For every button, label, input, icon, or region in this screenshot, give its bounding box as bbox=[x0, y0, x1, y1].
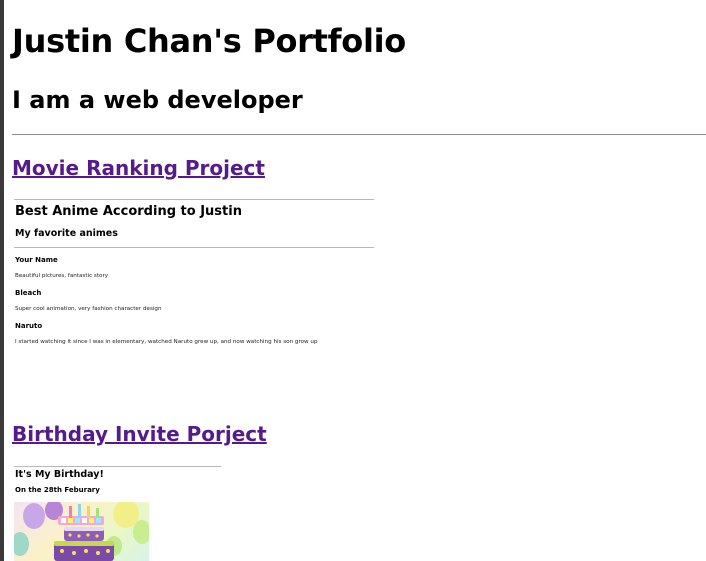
preview-heading: It's My Birthday! bbox=[15, 469, 104, 480]
anime-title: Naruto bbox=[15, 322, 43, 330]
anime-description: Beautiful pictures, fantastic story bbox=[15, 273, 109, 279]
birthday-invite-project-link[interactable]: Birthday Invite Porject bbox=[12, 422, 267, 446]
anime-description: Super cool animation, very fashion chara… bbox=[15, 306, 162, 312]
movie-ranking-preview[interactable]: Best Anime According to Justin My favori… bbox=[14, 199, 374, 359]
birthday-cake-icon bbox=[14, 502, 149, 561]
preview-heading: Best Anime According to Justin bbox=[15, 204, 242, 219]
window-left-edge bbox=[0, 0, 4, 561]
preview-subheading: My favorite animes bbox=[15, 228, 118, 239]
horizontal-rule bbox=[12, 134, 706, 135]
anime-title: Bleach bbox=[15, 289, 42, 297]
birthday-cake-image bbox=[14, 502, 149, 561]
page-subtitle: I am a web developer bbox=[12, 86, 303, 114]
birthday-invite-preview[interactable]: It's My Birthday! On the 28th Feburary bbox=[14, 466, 224, 561]
page-title: Justin Chan's Portfolio bbox=[12, 22, 406, 60]
anime-title: Your Name bbox=[15, 256, 58, 264]
anime-description: I started watching it since I was in ele… bbox=[15, 339, 318, 345]
movie-ranking-project-link[interactable]: Movie Ranking Project bbox=[12, 156, 265, 180]
preview-top-rule bbox=[14, 466, 221, 467]
preview-divider bbox=[14, 247, 374, 248]
preview-top-rule bbox=[14, 199, 374, 200]
preview-subheading: On the 28th Feburary bbox=[15, 486, 100, 494]
